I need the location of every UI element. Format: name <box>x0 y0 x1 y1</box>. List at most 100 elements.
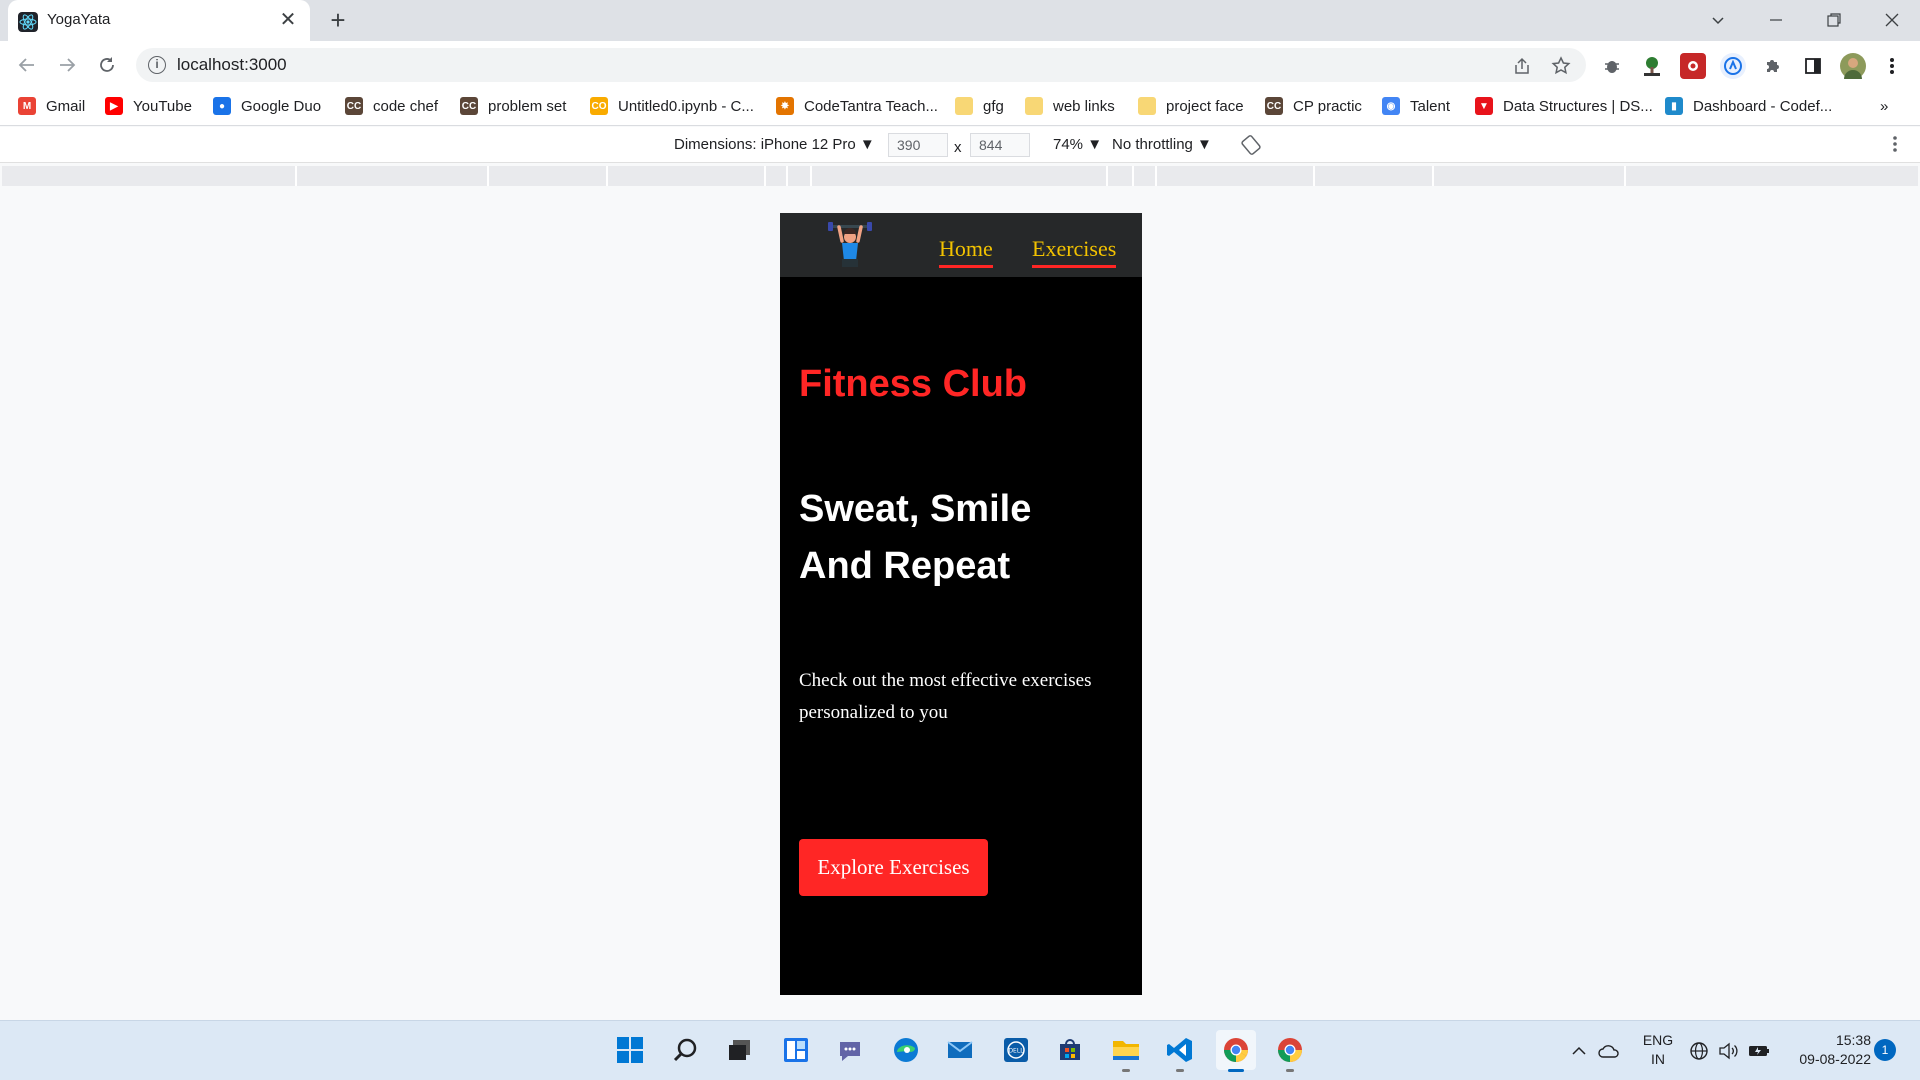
url-text[interactable]: localhost:3000 <box>177 55 287 75</box>
system-clock[interactable]: 15:38 09-08-2022 <box>1785 1031 1871 1069</box>
hero-headline: Sweat, Smile And Repeat <box>799 481 1119 595</box>
html-tree-extension-icon[interactable] <box>1639 53 1665 79</box>
mail-icon[interactable] <box>940 1030 980 1070</box>
codeforces-icon: ▮ <box>1665 97 1683 115</box>
share-icon[interactable] <box>1510 54 1534 78</box>
chrome-icon[interactable] <box>1216 1030 1256 1072</box>
codetantra-icon: ✸ <box>776 97 794 115</box>
edge-icon[interactable] <box>886 1030 926 1070</box>
zoom-dropdown[interactable]: 74% ▼ <box>1053 136 1102 153</box>
bookmark-label: Data Structures | DS... <box>1503 97 1653 115</box>
tab-search-icon[interactable] <box>1690 0 1746 40</box>
close-window-icon[interactable] <box>1864 0 1920 40</box>
rotate-icon[interactable] <box>1240 134 1262 156</box>
bookmark-item[interactable]: CC code chef <box>345 94 438 118</box>
codechef-icon: CC <box>345 97 363 115</box>
talent-icon: ◉ <box>1382 97 1400 115</box>
bug-extension-icon[interactable] <box>1599 53 1625 79</box>
folder-icon <box>1025 97 1043 115</box>
forward-button[interactable] <box>52 50 82 80</box>
nav-home-link[interactable]: Home <box>939 236 993 268</box>
minimize-icon[interactable] <box>1748 0 1804 40</box>
bookmark-item[interactable]: web links <box>1025 94 1115 118</box>
weightlifter-logo-icon[interactable] <box>826 221 874 269</box>
bookmark-item[interactable]: ▮ Dashboard - Codef... <box>1665 94 1832 118</box>
bookmark-label: Gmail <box>46 97 86 115</box>
device-dimensions-dropdown[interactable]: Dimensions: iPhone 12 Pro ▼ <box>674 136 875 153</box>
site-info-icon[interactable]: i <box>148 56 166 74</box>
folder-icon <box>1138 97 1156 115</box>
bookmark-label: web links <box>1053 97 1115 115</box>
network-globe-icon[interactable] <box>1686 1038 1712 1064</box>
bookmark-label: YouTube <box>133 97 192 115</box>
back-button[interactable] <box>12 50 42 80</box>
bookmark-item[interactable]: ● Google Duo <box>213 94 321 118</box>
region-code: IN <box>1651 1051 1665 1067</box>
media-query-ruler[interactable] <box>2 166 1918 186</box>
show-hidden-icons-chevron-icon[interactable] <box>1566 1038 1592 1064</box>
battery-charging-icon[interactable] <box>1746 1038 1772 1064</box>
input-language-indicator[interactable]: ENG IN <box>1638 1031 1678 1069</box>
bookmark-item[interactable]: ▶ YouTube <box>105 94 192 118</box>
extensions-puzzle-icon[interactable] <box>1760 53 1786 79</box>
throttling-dropdown[interactable]: No throttling ▼ <box>1112 136 1212 153</box>
running-indicator <box>1228 1069 1244 1072</box>
device-toolbar-menu-icon[interactable] <box>1892 134 1904 156</box>
running-indicator <box>1286 1069 1294 1072</box>
device-width-input[interactable]: 390 <box>888 133 948 157</box>
codechef-icon: CC <box>460 97 478 115</box>
nav-exercises-link[interactable]: Exercises <box>1032 236 1117 268</box>
restore-icon[interactable] <box>1806 0 1862 40</box>
new-tab-button[interactable]: + <box>324 6 352 34</box>
bookmark-label: Dashboard - Codef... <box>1693 97 1833 115</box>
teams-chat-icon[interactable] <box>830 1030 870 1070</box>
side-panel-icon[interactable] <box>1800 53 1826 79</box>
svg-text:DELL: DELL <box>1008 1048 1024 1055</box>
bookmark-label: Google Duo <box>241 97 322 115</box>
chrome-menu-icon[interactable] <box>1880 54 1904 78</box>
language-code: ENG <box>1642 1032 1674 1048</box>
bookmark-item[interactable]: ◉ Talent <box>1382 94 1450 118</box>
bookmark-item[interactable]: CC problem set <box>460 94 566 118</box>
widgets-icon[interactable] <box>776 1030 816 1070</box>
search-icon[interactable] <box>666 1030 706 1070</box>
hero-headline-line-1: Sweat, Smile <box>799 488 1032 530</box>
volume-icon[interactable] <box>1716 1038 1742 1064</box>
bookmark-item[interactable]: CC CP practic <box>1265 94 1362 118</box>
bookmarks-overflow-button[interactable]: » <box>1880 94 1888 118</box>
file-explorer-icon[interactable] <box>1106 1030 1146 1072</box>
store-icon[interactable] <box>1050 1030 1090 1070</box>
tab-close-icon[interactable]: ✕ <box>276 8 300 32</box>
tab-title: YogaYata <box>47 11 111 28</box>
bookmark-item[interactable]: project face <box>1138 94 1244 118</box>
task-view-icon[interactable] <box>720 1030 760 1070</box>
reload-button[interactable] <box>92 50 122 80</box>
bookmark-star-icon[interactable] <box>1549 54 1573 78</box>
vscode-icon[interactable] <box>1160 1030 1200 1072</box>
address-bar[interactable] <box>136 48 1586 82</box>
blue-extension-icon[interactable] <box>1720 53 1746 79</box>
react-icon <box>18 12 38 32</box>
device-height-input[interactable]: 844 <box>970 133 1030 157</box>
onedrive-cloud-icon[interactable] <box>1596 1038 1622 1064</box>
bookmark-item[interactable]: ✸ CodeTantra Teach... <box>776 94 938 118</box>
chrome-icon[interactable] <box>1270 1030 1310 1072</box>
red-extension-icon[interactable] <box>1680 53 1706 79</box>
bookmark-item[interactable]: ▼ Data Structures | DS... <box>1475 94 1653 118</box>
explore-exercises-button[interactable]: Explore Exercises <box>799 839 988 896</box>
bookmark-label: CP practic <box>1293 97 1362 115</box>
profile-avatar[interactable] <box>1840 53 1866 79</box>
bookmark-label: problem set <box>488 97 567 115</box>
colab-icon: CO <box>590 97 608 115</box>
bookmark-label: gfg <box>983 97 1004 115</box>
running-indicator <box>1122 1069 1130 1072</box>
windows-start-icon[interactable] <box>610 1030 650 1070</box>
duo-icon: ● <box>213 97 231 115</box>
dell-icon[interactable]: DELL <box>996 1030 1036 1070</box>
bookmark-item[interactable]: gfg <box>955 94 1004 118</box>
bookmark-item[interactable]: M Gmail <box>18 94 85 118</box>
bookmark-label: project face <box>1166 97 1244 115</box>
clock-date: 09-08-2022 <box>1799 1051 1871 1067</box>
notification-badge[interactable]: 1 <box>1874 1039 1896 1061</box>
bookmark-item[interactable]: CO Untitled0.ipynb - C... <box>590 94 754 118</box>
